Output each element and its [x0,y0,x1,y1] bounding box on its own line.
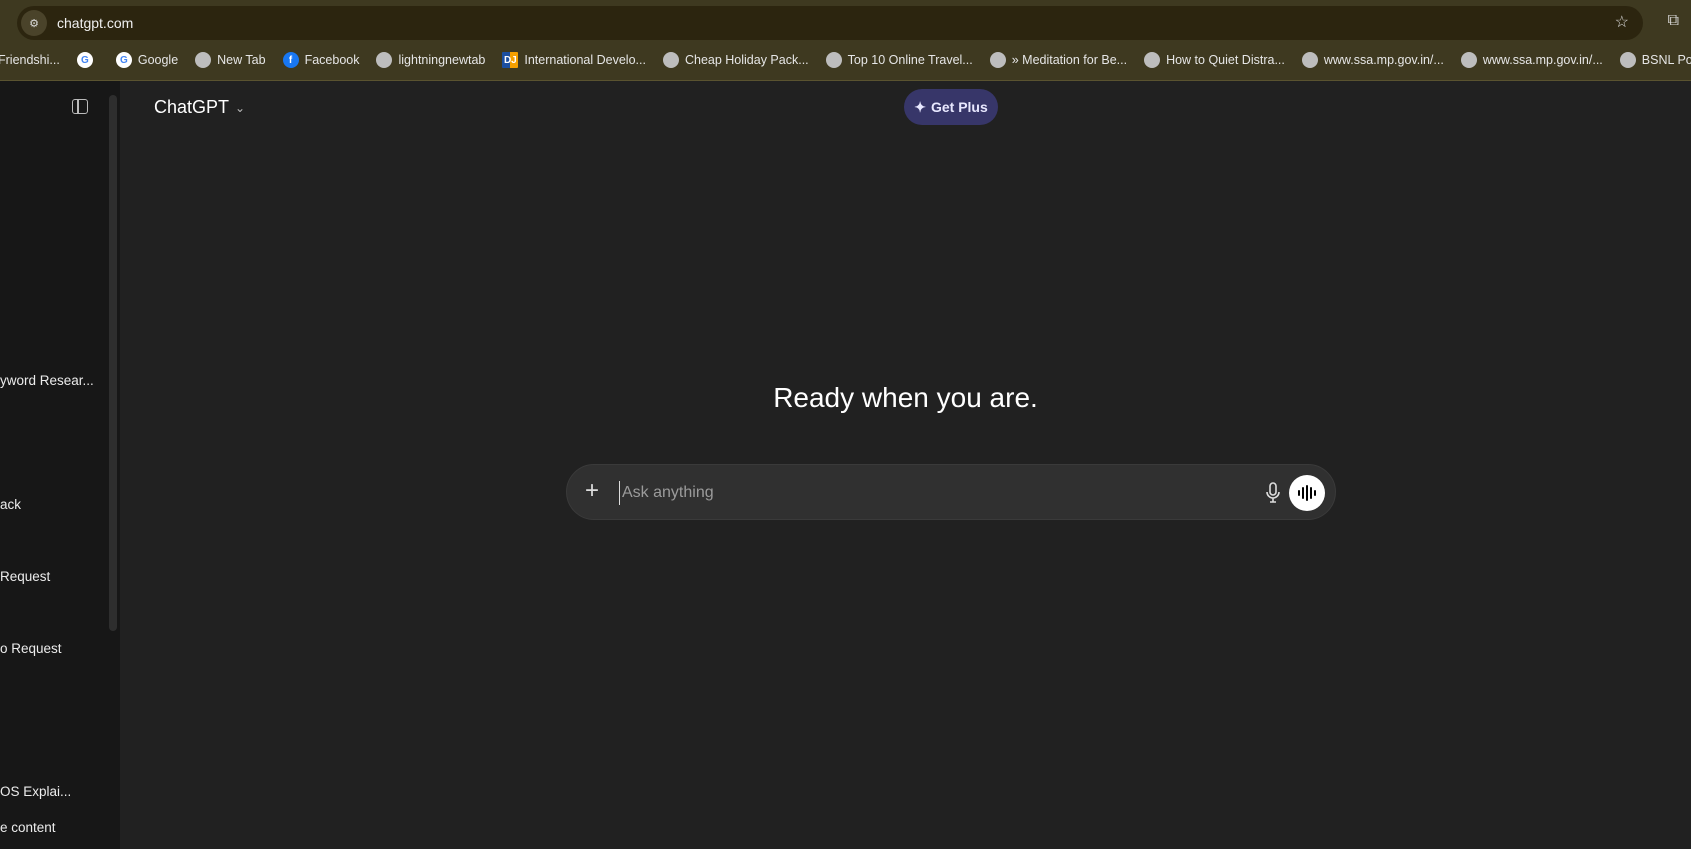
bookmark-item[interactable]: G [76,52,99,68]
bookmark-label: Cheap Holiday Pack... [684,53,809,67]
globe-icon [1301,52,1318,68]
model-selector[interactable]: ChatGPT ⌄ [154,97,245,118]
facebook-icon: f [282,52,299,68]
google-icon: G [115,52,132,68]
bookmark-item[interactable]: f Facebook [282,52,360,68]
bookmark-item[interactable]: G Google [115,52,179,68]
globe-icon [376,52,393,68]
voice-mode-button[interactable] [1289,475,1325,511]
sidebar-chat-item[interactable]: o Request [0,641,62,656]
globe-icon [195,52,212,68]
site-settings-icon[interactable]: ⚙ [21,10,47,36]
bookmark-label: New Tab [217,53,266,67]
bookmark-label: www.ssa.mp.gov.in/... [1482,53,1603,67]
globe-icon [1460,52,1477,68]
bookmark-item[interactable]: www.ssa.mp.gov.in/... [1301,52,1444,68]
bookmark-label: www.ssa.mp.gov.in/... [1323,53,1444,67]
globe-icon [1144,52,1161,68]
page-heading: Ready when you are. [773,382,1038,413]
bookmark-item[interactable]: DJ International Develo... [502,52,646,68]
bookmark-label: Facebook [304,53,360,67]
globe-icon [1619,52,1636,68]
sidebar: yword Resear... ack Request o Request OS… [0,81,120,849]
plus-icon[interactable]: + [585,477,599,505]
address-bar[interactable]: ⚙ chatgpt.com ☆ [17,6,1643,40]
dj-icon: DJ [502,52,519,68]
bookmark-item[interactable]: » Meditation for Be... [989,52,1128,68]
composer: + [566,464,1336,520]
browser-chrome: ⚙ chatgpt.com ☆ ⧉ Friendshi... G G Google Ne… [0,0,1691,81]
sparkle-icon: ✦ [914,98,926,115]
bookmark-label: lightningnewtab [398,53,486,67]
microphone-icon[interactable] [1261,480,1285,506]
bookmark-item[interactable]: BSNL Portal || Value... [1619,52,1691,68]
sidebar-scrollbar[interactable] [109,95,117,631]
bookmark-label: Top 10 Online Travel... [847,53,973,67]
sidebar-chat-item[interactable]: OS Explai... [0,784,71,799]
bookmark-label: Friendshi... [0,53,60,67]
bookmark-item[interactable]: Cheap Holiday Pack... [662,52,809,68]
globe-icon [662,52,679,68]
bookmark-item[interactable]: lightningnewtab [376,52,485,68]
globe-icon [825,52,842,68]
extensions-icon[interactable]: ⧉ [1668,12,1679,30]
get-plus-label: Get Plus [930,99,988,115]
sidebar-chat-item[interactable]: e content [0,820,56,835]
sidebar-toggle-icon[interactable] [72,99,88,114]
bookmark-label: » Meditation for Be... [1011,53,1128,67]
bookmark-label: Google [137,53,179,67]
google-icon: G [76,52,93,68]
bookmark-item[interactable]: Friendshi... [0,53,60,67]
sidebar-chat-item[interactable]: ack [0,497,21,512]
chevron-down-icon: ⌄ [235,100,246,115]
sidebar-chat-item[interactable]: Request [0,569,50,584]
url-text[interactable]: chatgpt.com [57,15,133,31]
prompt-input[interactable] [619,481,1179,505]
sidebar-chat-item[interactable]: yword Resear... [0,373,94,388]
bookmark-label: How to Quiet Distra... [1166,53,1285,67]
bookmark-label: BSNL Portal || Value... [1641,53,1691,67]
bookmark-item[interactable]: New Tab [195,52,266,68]
bookmark-item[interactable]: Top 10 Online Travel... [825,52,973,68]
bookmark-star-icon[interactable]: ☆ [1615,12,1629,32]
bookmark-item[interactable]: How to Quiet Distra... [1144,52,1285,68]
bookmark-label: International Develo... [524,53,646,67]
bookmark-item[interactable]: www.ssa.mp.gov.in/... [1460,52,1603,68]
bookmarks-bar: Friendshi... G G Google New Tab f Facebook ligh… [0,49,1691,71]
model-name: ChatGPT [154,97,230,117]
get-plus-button[interactable]: ✦ Get Plus [904,89,998,125]
globe-icon [989,52,1006,68]
